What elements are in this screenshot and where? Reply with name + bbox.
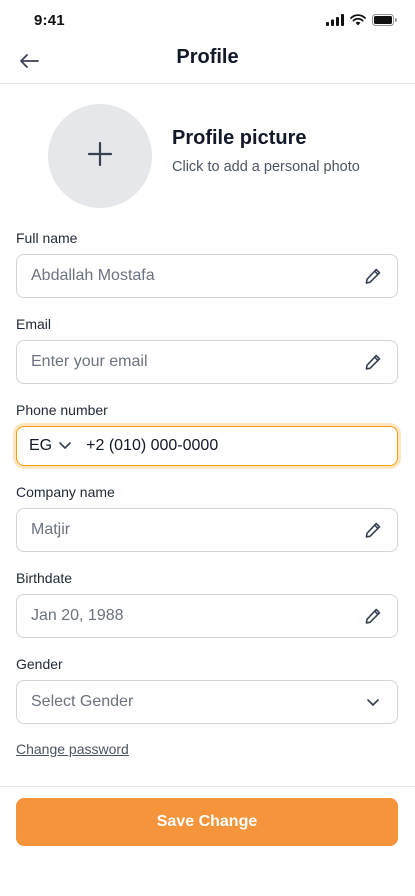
status-bar: 9:41 bbox=[0, 0, 415, 44]
email-label: Email bbox=[16, 316, 52, 332]
company-value: Matjir bbox=[31, 521, 71, 538]
plus-icon bbox=[87, 141, 113, 172]
save-change-button[interactable]: Save Change bbox=[16, 798, 398, 846]
pencil-icon[interactable] bbox=[363, 266, 383, 286]
full-name-label: Full name bbox=[16, 230, 78, 246]
company-label: Company name bbox=[16, 484, 115, 500]
full-name-field[interactable]: Abdallah Mostafa bbox=[16, 254, 398, 298]
full-name-value: Abdallah Mostafa bbox=[31, 267, 155, 284]
gender-label: Gender bbox=[16, 656, 63, 672]
status-time: 9:41 bbox=[34, 12, 65, 29]
email-field[interactable]: Enter your email bbox=[16, 340, 398, 384]
status-icons bbox=[326, 13, 397, 31]
phone-value: +2 (010) 000-0000 bbox=[86, 437, 219, 454]
profile-picture-title: Profile picture bbox=[172, 127, 307, 149]
page-title: Profile bbox=[176, 46, 239, 68]
pencil-icon[interactable] bbox=[363, 352, 383, 372]
gender-placeholder: Select Gender bbox=[31, 693, 134, 710]
add-profile-photo-button[interactable] bbox=[48, 104, 152, 208]
email-placeholder: Enter your email bbox=[31, 353, 148, 370]
company-field[interactable]: Matjir bbox=[16, 508, 398, 552]
chevron-down-icon bbox=[58, 437, 72, 455]
phone-field[interactable]: EG +2 (010) 000-0000 bbox=[16, 426, 398, 466]
gender-select[interactable]: Select Gender bbox=[16, 680, 398, 724]
profile-picture-subtitle: Click to add a personal photo bbox=[172, 159, 360, 175]
header: Profile bbox=[0, 44, 415, 84]
pencil-icon[interactable] bbox=[363, 606, 383, 626]
country-code-select[interactable]: EG bbox=[29, 437, 72, 455]
pencil-icon[interactable] bbox=[363, 520, 383, 540]
battery-icon bbox=[372, 13, 397, 31]
birthdate-value: Jan 20, 1988 bbox=[31, 607, 124, 624]
chevron-down-icon bbox=[363, 692, 383, 712]
change-password-link[interactable]: Change password bbox=[16, 741, 129, 757]
signal-icon bbox=[326, 13, 344, 31]
wifi-icon bbox=[350, 13, 366, 31]
birthdate-field[interactable]: Jan 20, 1988 bbox=[16, 594, 398, 638]
footer-divider bbox=[0, 786, 415, 787]
birthdate-label: Birthdate bbox=[16, 570, 73, 586]
country-code: EG bbox=[29, 437, 53, 454]
phone-label: Phone number bbox=[16, 402, 108, 418]
